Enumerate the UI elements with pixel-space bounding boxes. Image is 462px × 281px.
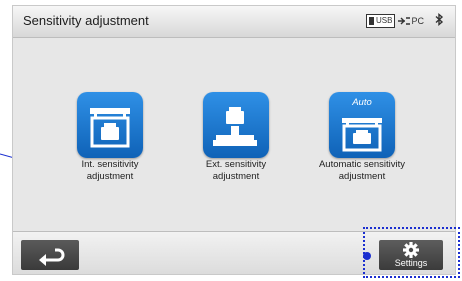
- annotation-pointer-dot: [363, 252, 371, 260]
